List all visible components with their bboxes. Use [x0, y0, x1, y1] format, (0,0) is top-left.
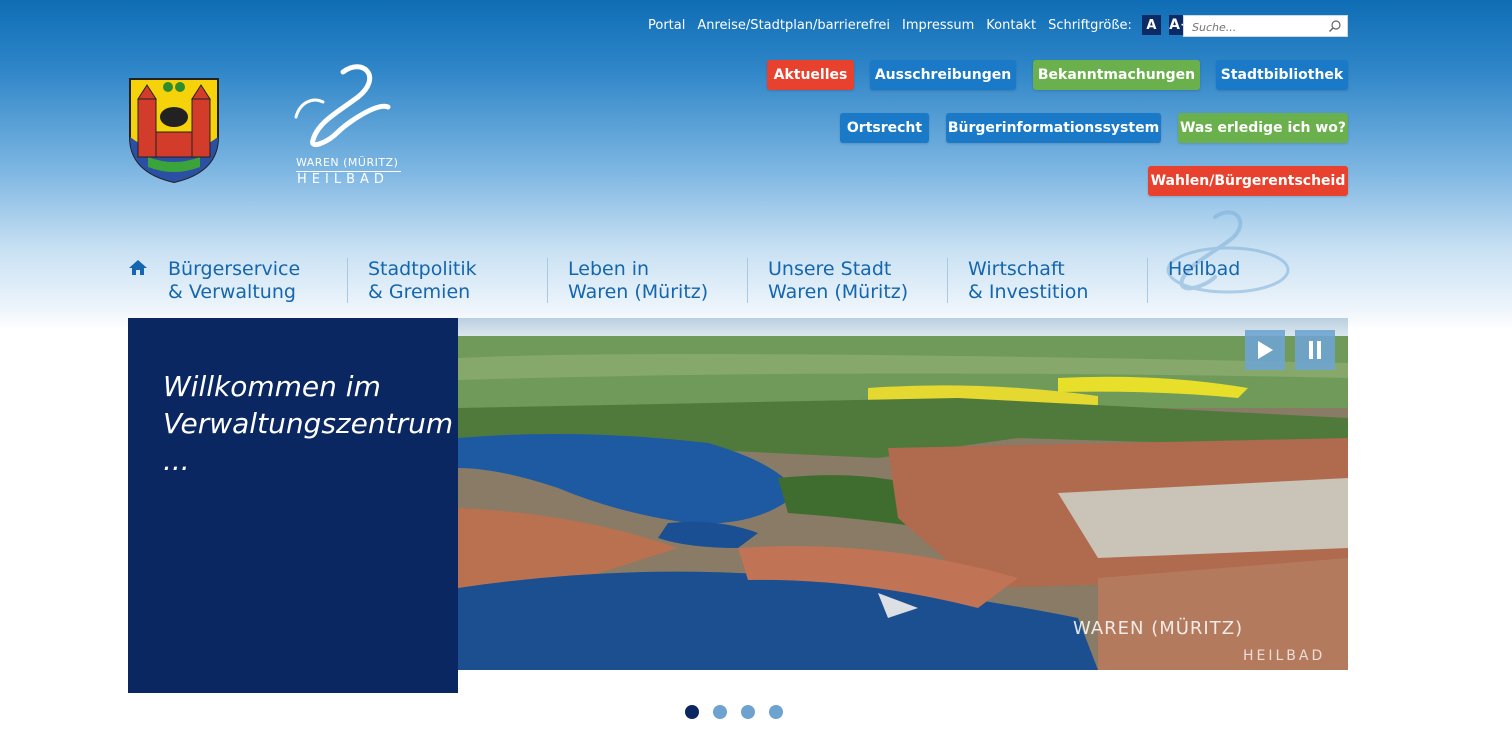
- nav-label: Bürgerservice: [168, 258, 301, 280]
- slider-image: WAREN (MÜRITZ) HEILBAD: [458, 318, 1348, 670]
- nav-label: & Gremien: [368, 281, 471, 303]
- nav-label: Unsere Stadt: [768, 258, 892, 280]
- nav-stadtpolitik[interactable]: Stadtpolitik & Gremien: [348, 258, 548, 303]
- photo-watermark-text2: HEILBAD: [1243, 648, 1326, 664]
- swan-logo-icon: [294, 64, 391, 147]
- welcome-line1: Willkommen im: [163, 370, 381, 403]
- play-button[interactable]: [1245, 330, 1285, 370]
- aktuelles-button[interactable]: Aktuelles: [767, 60, 854, 90]
- logo-text-line1: WAREN (MÜRITZ): [296, 156, 401, 172]
- stadtbibliothek-button[interactable]: Stadtbibliothek: [1216, 60, 1348, 90]
- fontsize-label: Schriftgröße:: [1048, 17, 1132, 33]
- play-icon: [1258, 341, 1273, 359]
- slide-dot-2[interactable]: [713, 705, 727, 719]
- slide-dot-4[interactable]: [769, 705, 783, 719]
- link-kontakt[interactable]: Kontakt: [986, 18, 1036, 33]
- slide-dot-3[interactable]: [741, 705, 755, 719]
- wahlen-button[interactable]: Wahlen/Bürgerentscheid: [1148, 166, 1348, 196]
- meta-navigation: Portal Anreise/Stadtplan/barrierefrei Im…: [648, 15, 1200, 35]
- link-anreise[interactable]: Anreise/Stadtplan/barrierefrei: [697, 18, 890, 33]
- ortsrecht-button[interactable]: Ortsrecht: [840, 113, 929, 143]
- city-logo[interactable]: WAREN (MÜRITZ) HEILBAD: [288, 62, 408, 197]
- nav-buergerservice[interactable]: Bürgerservice & Verwaltung: [148, 258, 348, 303]
- welcome-line3: ...: [163, 444, 190, 477]
- ausschreibungen-button[interactable]: Ausschreibungen: [870, 60, 1016, 90]
- coat-of-arms-icon[interactable]: [128, 77, 220, 184]
- welcome-line2: Verwaltungszentrum: [163, 407, 454, 440]
- link-impressum[interactable]: Impressum: [902, 18, 974, 33]
- search-icon[interactable]: [1328, 19, 1342, 33]
- search-input[interactable]: [1184, 17, 1324, 38]
- nav-unsere-stadt[interactable]: Unsere Stadt Waren (Müritz): [748, 258, 948, 303]
- link-portal[interactable]: Portal: [648, 18, 685, 33]
- nav-label: & Verwaltung: [168, 281, 296, 303]
- nav-label: & Investition: [968, 281, 1089, 303]
- nav-label: Wirtschaft: [968, 258, 1065, 280]
- nav-label: Leben in: [568, 258, 650, 280]
- buergerinformationssystem-button[interactable]: Bürgerinformationssystem: [946, 113, 1161, 143]
- was-erledige-ich-wo-button[interactable]: Was erledige ich wo?: [1178, 113, 1348, 143]
- nav-heilbad[interactable]: Heilbad: [1148, 258, 1348, 303]
- nav-label: Waren (Müritz): [768, 281, 909, 303]
- pause-icon: [1309, 341, 1321, 359]
- pause-button[interactable]: [1295, 330, 1335, 370]
- nav-label: Stadtpolitik: [368, 258, 477, 280]
- nav-wirtschaft[interactable]: Wirtschaft & Investition: [948, 258, 1148, 303]
- home-icon[interactable]: [128, 258, 148, 278]
- slide-dot-1[interactable]: [685, 705, 699, 719]
- main-navigation: Bürgerservice & Verwaltung Stadtpolitik …: [148, 258, 1348, 303]
- font-normal-button[interactable]: A: [1141, 15, 1161, 35]
- nav-label: Heilbad: [1168, 258, 1241, 280]
- search-box: [1183, 15, 1348, 38]
- slider-pagination: [685, 705, 783, 719]
- welcome-panel: Willkommen im Verwaltungszentrum ...: [128, 318, 458, 693]
- photo-watermark-text: WAREN (MÜRITZ): [1073, 618, 1244, 639]
- nav-leben-in-waren[interactable]: Leben in Waren (Müritz): [548, 258, 748, 303]
- nav-label: Waren (Müritz): [568, 281, 709, 303]
- bekanntmachungen-button[interactable]: Bekanntmachungen: [1033, 60, 1200, 90]
- logo-text-line2: HEILBAD: [297, 172, 389, 187]
